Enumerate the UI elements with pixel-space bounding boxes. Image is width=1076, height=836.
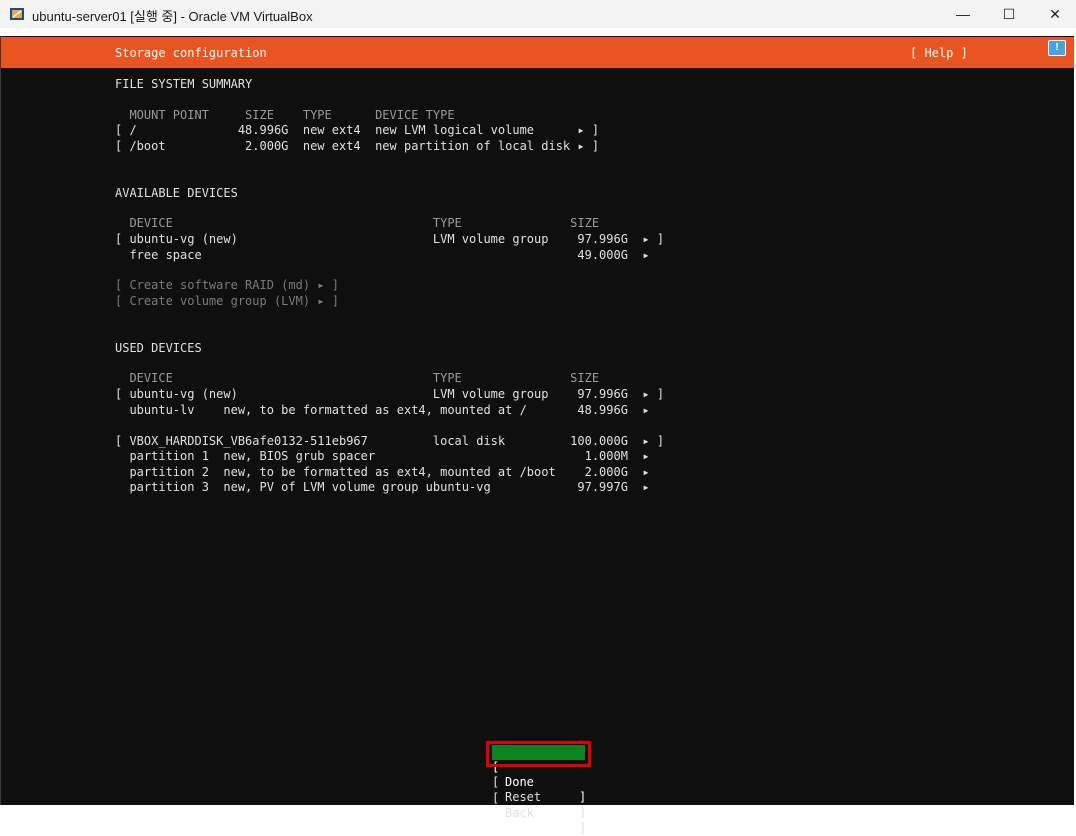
back-left-bracket: [ [492, 791, 500, 805]
used-row-partition-3[interactable]: partition 3 new, PV of LVM volume group … [115, 480, 649, 495]
back-button[interactable]: [ Back ] [492, 776, 586, 835]
fs-summary-columns: MOUNT POINT SIZE TYPE DEVICE TYPE [115, 108, 455, 122]
page-title: Storage configuration [115, 46, 267, 60]
used-devices-columns: DEVICE TYPE SIZE [115, 371, 600, 385]
done-highlight-annotation [486, 741, 591, 767]
virtualbox-app-icon [10, 8, 24, 20]
done-right-bracket: ] [579, 790, 587, 804]
available-row-ubuntu-vg[interactable]: [ ubuntu-vg (new) LVM volume group 97.99… [115, 232, 664, 247]
create-raid-action: [ Create software RAID (md) ▸ ] [115, 278, 339, 292]
used-row-ubuntu-vg[interactable]: [ ubuntu-vg (new) LVM volume group 97.99… [115, 387, 664, 402]
used-row-partition-1[interactable]: partition 1 new, BIOS grub spacer 1.000M… [115, 449, 649, 464]
fs-row-root[interactable]: [ / 48.996G new ext4 new LVM logical vol… [115, 123, 599, 138]
used-row-harddisk[interactable]: [ VBOX_HARDDISK_VB6afe0132-511eb967 loca… [115, 434, 664, 449]
installer-header: Storage configuration [ Help ] ! [1, 37, 1074, 68]
back-right-bracket: ] [579, 821, 587, 835]
window-title: ubuntu-server01 [실행 중] - Oracle VM Virtu… [32, 9, 313, 24]
available-devices-heading: AVAILABLE DEVICES [115, 186, 238, 200]
create-volume-group-action: [ Create volume group (LVM) ▸ ] [115, 294, 339, 308]
notification-icon[interactable]: ! [1048, 40, 1066, 56]
close-button[interactable]: ✕ [1032, 0, 1076, 28]
reset-right-bracket: ] [579, 805, 587, 819]
maximize-button[interactable]: ☐ [986, 0, 1032, 28]
used-row-ubuntu-lv[interactable]: ubuntu-lv new, to be formatted as ext4, … [115, 403, 649, 418]
help-button[interactable]: [ Help ] [910, 46, 968, 60]
used-row-partition-2[interactable]: partition 2 new, to be formatted as ext4… [115, 465, 649, 480]
used-devices-heading: USED DEVICES [115, 341, 202, 355]
reset-label: Reset [505, 790, 542, 804]
fs-row-boot[interactable]: [ /boot 2.000G new ext4 new partition of… [115, 139, 599, 154]
fs-summary-heading: FILE SYSTEM SUMMARY [115, 77, 253, 91]
back-label: Back [505, 806, 534, 820]
window-titlebar: ubuntu-server01 [실행 중] - Oracle VM Virtu… [0, 0, 1076, 28]
available-devices-columns: DEVICE TYPE SIZE [115, 216, 600, 230]
minimize-button[interactable]: — [940, 0, 986, 28]
available-row-free-space[interactable]: free space 49.000G ▸ [115, 248, 649, 263]
